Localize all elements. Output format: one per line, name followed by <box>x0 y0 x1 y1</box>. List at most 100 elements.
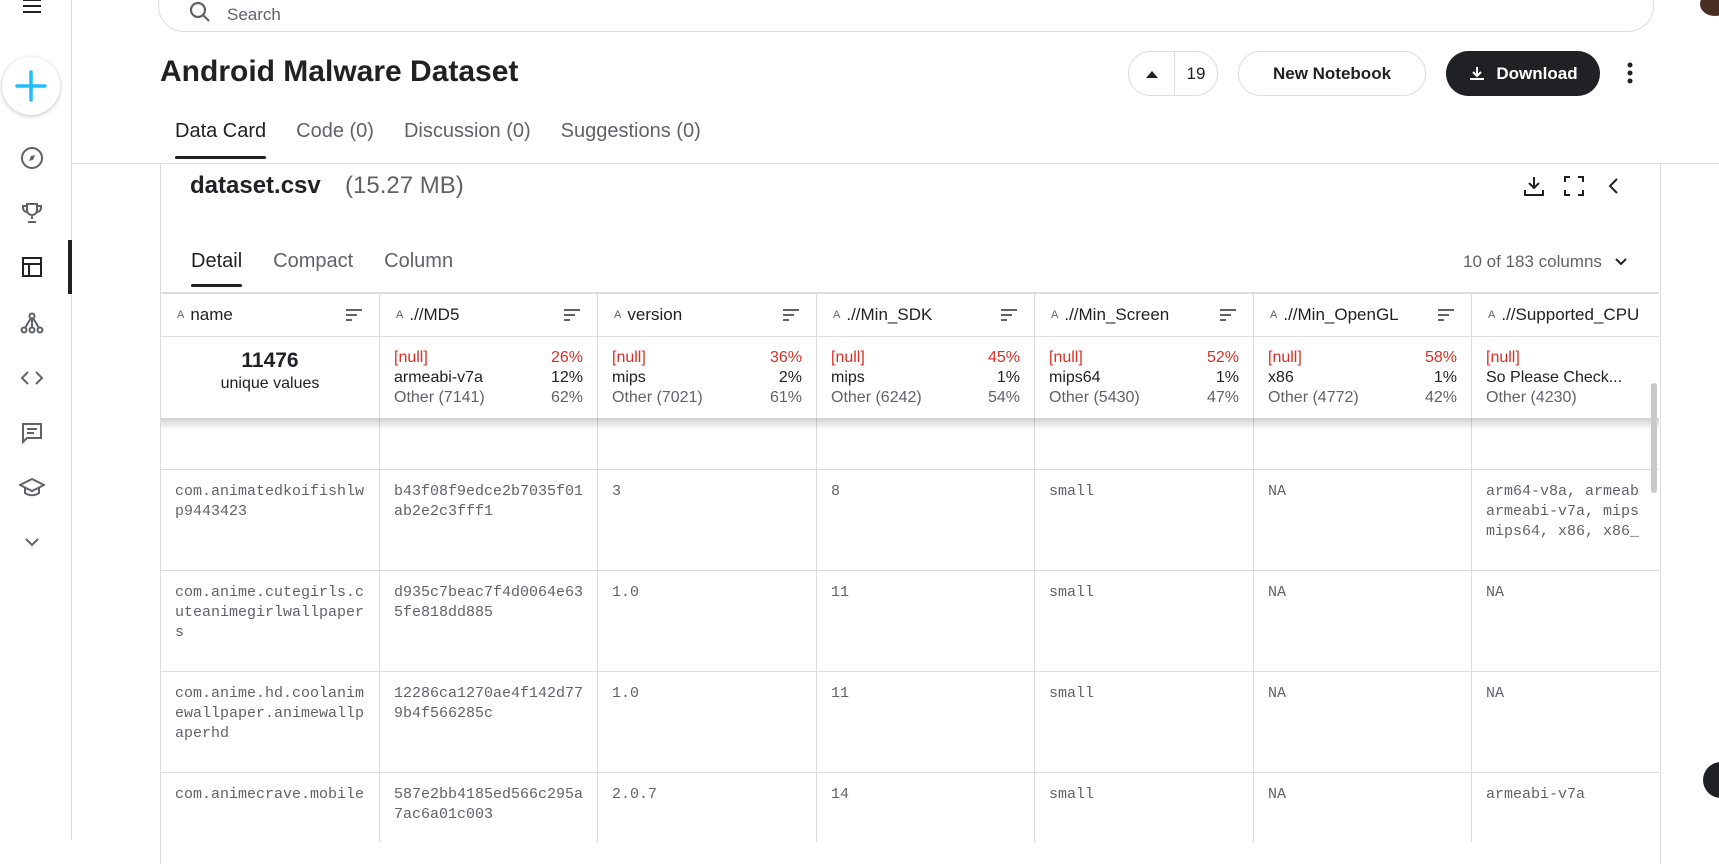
column-header[interactable]: A .//Min_OpenGL <box>1254 294 1471 337</box>
table-cell: com.anime.hd.coolanimewallpaper.animewal… <box>175 685 365 742</box>
table-cell: 1.0 <box>612 685 640 702</box>
top-value: mips64 <box>1049 369 1101 386</box>
tab-data-card[interactable]: Data Card <box>175 120 267 159</box>
table-cell: NA <box>1486 584 1505 601</box>
string-type-icon: A <box>833 309 841 321</box>
code-icon[interactable] <box>18 364 46 392</box>
column-summary: [null] 26% armeabi-v7a 12% Other (7141) 62% <box>380 337 597 417</box>
view-tabs: Detail Compact Column <box>191 250 484 287</box>
sort-icon[interactable] <box>1437 308 1455 322</box>
other-percent: 54% <box>987 389 1020 406</box>
download-icon <box>1470 66 1485 80</box>
other-percent: 37 <box>1658 389 1659 407</box>
collapse-icon[interactable] <box>1600 172 1628 200</box>
table-cell: com.animecrave.mobile <box>175 786 365 803</box>
other-percent: 47% <box>1206 389 1239 406</box>
column-header[interactable]: A .//Supported_CPU <box>1472 294 1659 337</box>
table-cell: b43f08f9edce2b7035f01ab2e2c3fff1 <box>394 483 584 520</box>
table-cell: 2.0.7 <box>612 786 658 803</box>
models-icon[interactable] <box>18 309 46 337</box>
menu-icon[interactable] <box>18 0 46 20</box>
column-header-label: .//Min_OpenGL <box>1283 305 1399 324</box>
table-cell: 11 <box>831 685 850 702</box>
table-cell: 14 <box>831 786 850 803</box>
column-header-label: .//MD5 <box>409 305 460 324</box>
fullscreen-icon[interactable] <box>1560 172 1588 200</box>
table-cell: armeabi-v7a <box>1486 786 1586 803</box>
download-button[interactable]: Download <box>1446 51 1600 96</box>
table-cell: 11 <box>831 584 850 601</box>
vertical-scrollbar[interactable] <box>1651 383 1657 493</box>
column-summary: 11476 unique values <box>161 337 379 417</box>
chat-icon[interactable] <box>18 419 46 447</box>
table-cell: 12286ca1270ae4f142d779b4f566285c <box>394 685 584 722</box>
more-options-icon[interactable] <box>1618 58 1642 88</box>
other-label: Other (6242) <box>831 389 922 406</box>
sort-icon[interactable] <box>1219 308 1237 322</box>
table-cell: d935c7beac7f4d0064e635fe818dd885 <box>394 584 584 621</box>
row-divider <box>161 469 1659 470</box>
plus-icon <box>15 70 47 102</box>
column-version: A version [null] 36% mips 2% Other (7021) 6… <box>598 294 817 842</box>
table-cell: NA <box>1268 685 1287 702</box>
tab-detail[interactable]: Detail <box>191 250 243 287</box>
other-percent: 42% <box>1424 389 1457 406</box>
sort-icon[interactable] <box>1000 308 1018 322</box>
table-cell: small <box>1049 786 1095 803</box>
upvote-button[interactable] <box>1129 52 1175 95</box>
tab-code[interactable]: Code (0) <box>296 120 374 159</box>
chevron-down-icon[interactable] <box>18 528 46 556</box>
tab-compact[interactable]: Compact <box>273 250 353 287</box>
sort-icon[interactable] <box>345 308 363 322</box>
search-bar[interactable]: Search <box>158 0 1654 32</box>
unique-label: unique values <box>220 375 320 392</box>
sort-icon[interactable] <box>563 308 581 322</box>
column-summary: [null] 58% x86 1% Other (4772) 42% <box>1254 337 1471 417</box>
compass-icon[interactable] <box>18 144 46 172</box>
null-percent: 58% <box>1424 349 1457 366</box>
column-count-dropdown[interactable]: 10 of 183 columns <box>1463 252 1628 272</box>
table-cell: 8 <box>831 483 841 500</box>
column-count-label: 10 of 183 columns <box>1463 252 1602 271</box>
tab-suggestions[interactable]: Suggestions (0) <box>561 120 701 159</box>
column-min-sdk: A .//Min_SDK [null] 45% mips 1% Other (624… <box>817 294 1035 842</box>
string-type-icon: A <box>396 309 404 321</box>
other-label: Other (4230) <box>1486 389 1577 406</box>
column-header-label: name <box>190 305 233 324</box>
tab-discussion[interactable]: Discussion (0) <box>404 120 531 159</box>
string-type-icon: A <box>1488 309 1496 321</box>
download-label: Download <box>1496 63 1578 83</box>
column-header[interactable]: A name <box>161 294 379 337</box>
new-notebook-button[interactable]: New Notebook <box>1238 51 1426 96</box>
column-header[interactable]: A .//Min_SDK <box>817 294 1034 337</box>
school-icon[interactable] <box>18 474 46 502</box>
table-cell: small <box>1049 685 1095 702</box>
file-download-icon[interactable] <box>1520 172 1548 200</box>
tab-column[interactable]: Column <box>384 250 453 287</box>
top-percent: 1% <box>996 369 1020 386</box>
trophy-icon[interactable] <box>18 199 46 227</box>
column-header-label: version <box>627 305 683 324</box>
null-label: [null] <box>1268 349 1302 366</box>
null-percent: 52% <box>1206 349 1239 366</box>
null-percent: 63 <box>1658 349 1659 367</box>
column-header[interactable]: A version <box>598 294 816 337</box>
floating-button[interactable] <box>1703 762 1719 798</box>
top-percent: 12% <box>550 369 583 386</box>
column-header-label: .//Min_Screen <box>1064 305 1170 324</box>
column-header[interactable]: A .//MD5 <box>380 294 597 337</box>
other-percent: 61% <box>769 389 802 406</box>
search-input[interactable]: Search <box>227 5 281 25</box>
avatar[interactable] <box>1700 0 1719 16</box>
top-percent: 1% <box>1433 369 1457 386</box>
string-type-icon: A <box>1270 309 1278 321</box>
column-header[interactable]: A .//Min_Screen <box>1035 294 1253 337</box>
sort-icon[interactable] <box>782 308 800 322</box>
null-percent: 45% <box>987 349 1020 366</box>
create-button[interactable] <box>2 57 60 115</box>
null-percent: 26% <box>550 349 583 366</box>
table-icon[interactable] <box>18 253 46 281</box>
string-type-icon: A <box>1051 309 1059 321</box>
column-min-opengl: A .//Min_OpenGL [null] 58% x86 1% Other (4… <box>1254 294 1472 842</box>
table-cell: NA <box>1268 584 1287 601</box>
